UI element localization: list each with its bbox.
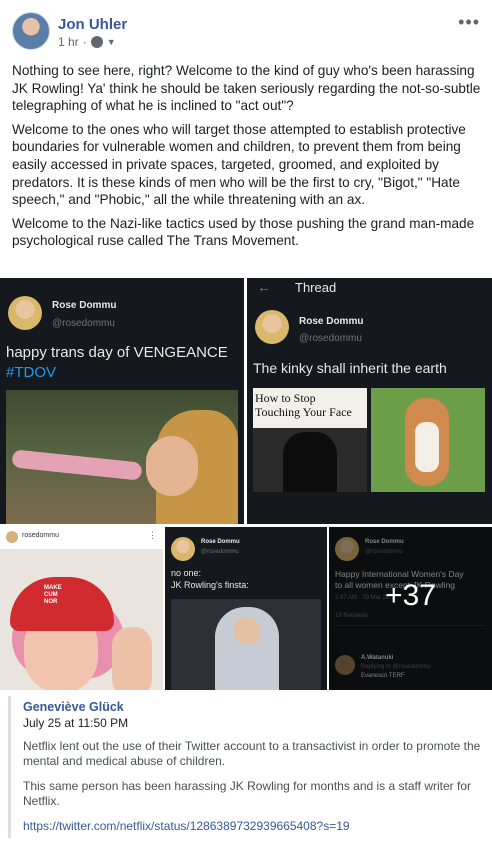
tweet-hashtag: #TDOV (6, 364, 57, 381)
post-meta: 1 hr · ▼ (58, 35, 116, 49)
more-photos-count[interactable]: +37 (329, 579, 492, 613)
back-arrow-icon: ← (257, 279, 271, 295)
tweet-handle: @rosedommu (299, 333, 362, 344)
tweet-text: no one: JK Rowling's finsta: (171, 567, 249, 591)
tweet-author-name: Rose Dommu (201, 539, 240, 545)
tweet-image-right (371, 388, 485, 492)
cap-text: MAKE CUM NOR (44, 585, 62, 606)
photo-tile-3[interactable]: rosedommu ⋮ MAKE CUM NOR (0, 527, 163, 690)
book-title: How to Stop Touching Your Face (255, 391, 352, 419)
tweet-author-name: Rose Dommu (52, 300, 117, 311)
tweet-handle: @rosedommu (52, 318, 115, 329)
tweet-image-left: How to Stop Touching Your Face (253, 388, 367, 492)
thread-title: Thread (295, 280, 337, 295)
photo-tile-1[interactable]: Rose Dommu @rosedommu happy trans day of… (0, 278, 244, 524)
tweet-illustration (171, 599, 321, 690)
selfie-photo: MAKE CUM NOR (0, 549, 163, 690)
photo-tile-2[interactable]: ← Thread Rose Dommu @rosedommu The kinky… (247, 278, 492, 524)
photo-arm (112, 627, 152, 690)
tweet-text-line: JK Rowling's finsta: (171, 580, 249, 590)
post-paragraph: Welcome to the Nazi-like tactics used by… (12, 215, 475, 249)
tweet-avatar (171, 537, 195, 561)
shared-post[interactable]: Geneviève Glück July 25 at 11:50 PM Netf… (8, 696, 484, 838)
red-cap (10, 577, 114, 631)
chevron-down-icon[interactable]: ▼ (107, 37, 116, 47)
instagram-header: rosedommu ⋮ (0, 527, 163, 549)
post-header: Jon Uhler 1 hr · ▼ ••• (12, 12, 480, 54)
photo-figure (283, 432, 337, 492)
tweet-author-name: Rose Dommu (299, 316, 364, 327)
thread-header: ← Thread (247, 278, 492, 298)
shared-post-date[interactable]: July 25 at 11:50 PM (23, 716, 128, 730)
more-icon: ⋮ (148, 530, 157, 540)
more-options-button[interactable]: ••• (458, 12, 480, 33)
photo-grid: Rose Dommu @rosedommu happy trans day of… (0, 278, 492, 690)
tweet-text-line: no one: (171, 568, 202, 578)
photo-tile-5[interactable]: Rose Dommu @rosedommu Happy Internationa… (329, 527, 492, 690)
tweet-avatar (8, 296, 42, 330)
tweet-handle: @rosedommu (201, 549, 239, 555)
separator-dot: · (82, 35, 87, 49)
cap-text-line: NOR (44, 599, 58, 605)
author-name[interactable]: Jon Uhler (58, 16, 127, 33)
shared-link[interactable]: https://twitter.com/netflix/status/12863… (23, 819, 350, 833)
globe-icon[interactable] (90, 36, 103, 48)
profile-avatar (6, 531, 18, 543)
photo-tile-4[interactable]: Rose Dommu @rosedommu no one: JK Rowling… (165, 527, 327, 690)
cap-text-line: CUM (44, 592, 58, 598)
post-time[interactable]: 1 hr (58, 35, 79, 49)
shared-paragraph: Netflix lent out the use of their Twitte… (23, 739, 481, 768)
photo-costume-belly (415, 422, 439, 472)
post-text: Nothing to see here, right? Welcome to t… (12, 62, 482, 256)
cap-text-line: MAKE (44, 585, 62, 591)
shared-author-name[interactable]: Geneviève Glück (23, 700, 124, 714)
post-paragraph: Welcome to the ones who will target thos… (12, 121, 466, 208)
post-paragraph: Nothing to see here, right? Welcome to t… (12, 63, 481, 114)
author-avatar[interactable] (12, 12, 50, 50)
more-photos-overlay[interactable]: +37 (329, 527, 492, 690)
book-title-line: How to Stop (255, 391, 316, 405)
tweet-text: happy trans day of VENGEANCE (6, 344, 228, 361)
book-cover: How to Stop Touching Your Face (253, 388, 367, 428)
shared-paragraph: This same person has been harassing JK R… (23, 779, 471, 808)
photo-object (11, 449, 143, 481)
tweet-text: The kinky shall inherit the earth (253, 360, 447, 376)
book-title-line: Touching Your Face (255, 405, 352, 419)
tweet-avatar (255, 310, 289, 344)
illustration-face (233, 617, 261, 645)
tweet-photo (6, 390, 238, 524)
profile-username: rosedommu (22, 532, 59, 539)
photo-face (146, 436, 198, 496)
